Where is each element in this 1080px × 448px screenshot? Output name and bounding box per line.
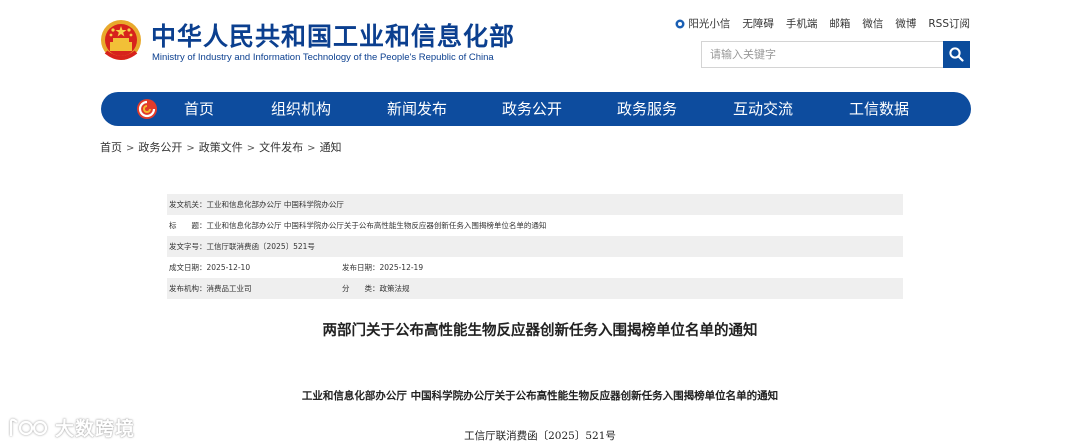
- toplink-rss[interactable]: RSS订阅: [928, 16, 970, 31]
- nav-organization[interactable]: 组织机构: [271, 92, 331, 126]
- info-row-issuer: 发文机关：工业和信息化部办公厅 中国科学院办公厅: [167, 194, 903, 215]
- nav-interaction[interactable]: 互动交流: [733, 92, 793, 126]
- site-title-english: Ministry of Industry and Information Tec…: [152, 52, 494, 63]
- breadcrumb-notice[interactable]: 通知: [320, 141, 342, 154]
- breadcrumb-policy-files[interactable]: 政策文件: [199, 141, 243, 154]
- info-category: 分 类：政策法规: [342, 284, 410, 293]
- breadcrumb-separator: >: [126, 143, 135, 154]
- article-doc-number: 工信厅联消费函〔2025〕521号: [464, 430, 616, 442]
- watermark-text: 大数跨境: [55, 418, 136, 440]
- national-emblem-icon: [101, 20, 141, 60]
- sun-icon: [675, 19, 685, 28]
- search-button[interactable]: [943, 41, 970, 68]
- breadcrumb-separator: >: [246, 143, 256, 154]
- breadcrumb-separator: >: [307, 143, 316, 154]
- info-issuer: 发文机关：工业和信息化部办公厅 中国科学院办公厅: [169, 200, 344, 209]
- info-written-date: 成文日期：2025-12-10: [169, 263, 251, 272]
- toplink-email[interactable]: 邮箱: [829, 16, 850, 31]
- document-info-table: 发文机关：工业和信息化部办公厅 中国科学院办公厅 标 题：工业和信息化部办公厅 …: [167, 194, 903, 299]
- nav-home[interactable]: 首页: [184, 92, 214, 126]
- miit-logo-icon: [137, 99, 157, 119]
- toplink-mobile[interactable]: 手机端: [786, 16, 818, 31]
- watermark-logo-icon: [9, 418, 48, 436]
- info-publish-date: 发布日期：2025-12-19: [342, 263, 424, 272]
- breadcrumb-file-release[interactable]: 文件发布: [259, 141, 303, 154]
- toplink-wechat[interactable]: 微信: [862, 16, 883, 31]
- site-title[interactable]: 中华人民共和国工业和信息化部: [151, 17, 515, 53]
- info-agency: 发布机构：消费品工业司: [169, 284, 252, 293]
- breadcrumb-home[interactable]: 首页: [100, 141, 122, 154]
- search-box: [701, 41, 970, 68]
- watermark: 大数跨境: [8, 414, 135, 441]
- article-title: 两部门关于公布高性能生物反应器创新任务入围揭榜单位名单的通知: [322, 323, 758, 339]
- info-doc-number: 发文字号：工信厅联消费函〔2025〕521号: [169, 242, 315, 251]
- top-links: 阳光小信 无障碍 手机端 邮箱 微信 微博 RSS订阅: [675, 16, 970, 31]
- info-row-title: 标 题：工业和信息化部办公厅 中国科学院办公厅关于公布高性能生物反应器创新任务入…: [167, 215, 903, 236]
- nav-government-services[interactable]: 政务服务: [617, 92, 677, 126]
- nav-data[interactable]: 工信数据: [849, 92, 909, 126]
- breadcrumb-separator: >: [186, 143, 195, 154]
- toplink-sunshine[interactable]: 阳光小信: [688, 16, 730, 31]
- nav-news[interactable]: 新闻发布: [387, 92, 447, 126]
- breadcrumb-government-affairs[interactable]: 政务公开: [138, 141, 182, 154]
- search-icon: [949, 47, 964, 62]
- article-subtitle: 工业和信息化部办公厅 中国科学院办公厅关于公布高性能生物反应器创新任务入围揭榜单…: [301, 390, 779, 402]
- nav-government-affairs[interactable]: 政务公开: [502, 92, 562, 126]
- info-title: 标 题：工业和信息化部办公厅 中国科学院办公厅关于公布高性能生物反应器创新任务入…: [169, 221, 547, 230]
- breadcrumb: 首页 > 政务公开 > 政策文件 > 文件发布 > 通知: [100, 139, 342, 155]
- search-input[interactable]: [702, 42, 943, 67]
- info-row-doc-number: 发文字号：工信厅联消费函〔2025〕521号: [167, 236, 903, 257]
- info-row-agency: 发布机构：消费品工业司 分 类：政策法规: [167, 278, 903, 299]
- info-row-dates: 成文日期：2025-12-10 发布日期：2025-12-19: [167, 257, 903, 278]
- toplink-accessibility[interactable]: 无障碍: [742, 16, 774, 31]
- main-nav: 首页 组织机构 新闻发布 政务公开 政务服务 互动交流 工信数据: [101, 92, 971, 126]
- toplink-weibo[interactable]: 微博: [895, 16, 916, 31]
